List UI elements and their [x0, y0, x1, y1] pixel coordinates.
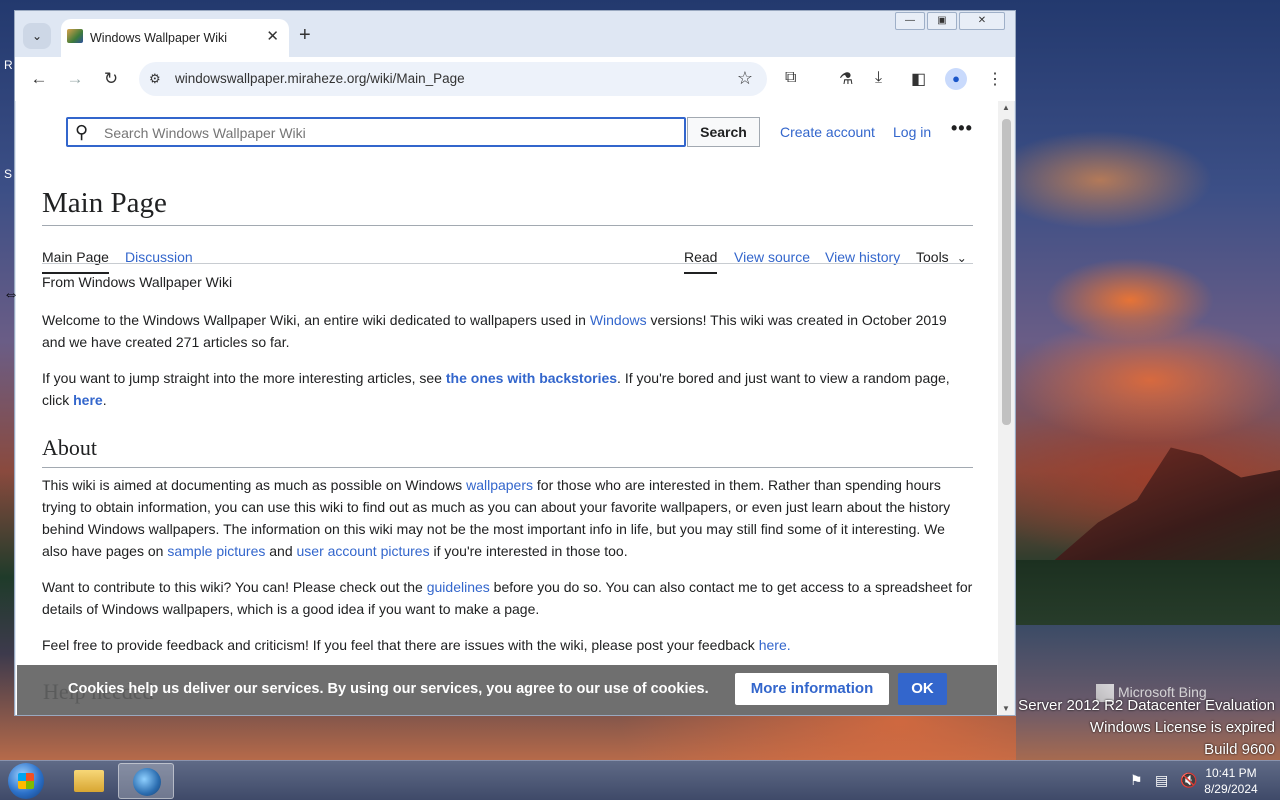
browser-toolbar: ← → ↻ ⚙ windowswallpaper.miraheze.org/wi…	[15, 57, 1015, 101]
reload-icon[interactable]: ↻	[99, 67, 123, 91]
network-icon[interactable]: ▤	[1155, 772, 1168, 789]
site-subtitle: From Windows Wallpaper Wiki	[42, 274, 233, 290]
taskbar: ⚑ ▤ 🔇 10:41 PM 8/29/2024	[0, 760, 1280, 800]
wallpaper-forest	[1016, 560, 1280, 630]
cookie-message: Cookies help us deliver our services. By…	[68, 681, 709, 697]
desktop-icon-label-fragment: R	[4, 58, 13, 72]
volume-muted-icon[interactable]: 🔇	[1180, 772, 1197, 789]
windows-link[interactable]: Windows	[590, 312, 647, 328]
browser-taskbar-button[interactable]	[118, 763, 174, 799]
page-scrollbar[interactable]: ▲ ▼	[998, 101, 1014, 715]
file-explorer-icon	[74, 770, 104, 792]
cookie-ok-button[interactable]: OK	[898, 673, 947, 705]
page-title: Main Page	[42, 187, 167, 219]
start-icon[interactable]	[8, 763, 44, 799]
back-icon[interactable]: ←	[27, 67, 51, 91]
download-icon[interactable]: ⤓	[875, 69, 882, 87]
side-panel-icon[interactable]: ◧	[911, 69, 926, 89]
welcome-paragraph: Welcome to the Windows Wallpaper Wiki, a…	[42, 312, 947, 350]
about-paragraph: This wiki is aimed at documenting as muc…	[42, 477, 951, 559]
forward-icon[interactable]: →	[63, 67, 87, 91]
title-divider	[42, 225, 973, 226]
minimize-button[interactable]: —	[895, 12, 925, 30]
wiki-search-box[interactable]: ⚲	[66, 117, 686, 147]
window-controls: — ▣ ✕	[895, 12, 1005, 30]
user-account-pictures-link[interactable]: user account pictures	[297, 543, 430, 559]
address-bar[interactable]: ⚙ windowswallpaper.miraheze.org/wiki/Mai…	[139, 62, 767, 96]
scroll-down-icon[interactable]: ▼	[1002, 704, 1010, 713]
flag-icon[interactable]: ⚑	[1130, 772, 1143, 789]
window-close-button[interactable]: ✕	[959, 12, 1005, 30]
url-text[interactable]: windowswallpaper.miraheze.org/wiki/Main_…	[175, 71, 465, 86]
page-tabs: Main Page Discussion Read View source Vi…	[42, 237, 973, 274]
random-page-link[interactable]: here	[73, 392, 103, 408]
labs-icon[interactable]: ⚗	[839, 69, 853, 89]
page-viewport: ⚲ Search Create account Log in ••• Main …	[16, 101, 998, 715]
scroll-up-icon[interactable]: ▲	[1002, 103, 1010, 112]
log-in-link[interactable]: Log in	[893, 124, 931, 140]
guidelines-link[interactable]: guidelines	[427, 579, 490, 595]
wallpapers-link[interactable]: wallpapers	[466, 477, 533, 493]
license-status-text: Windows License is expired	[1089, 719, 1275, 736]
resize-cursor-icon: ⇔	[3, 286, 19, 303]
more-options-icon[interactable]: •••	[951, 118, 973, 139]
new-tab-button[interactable]: +	[299, 25, 311, 45]
more-information-button[interactable]: More information	[735, 673, 889, 705]
star-icon[interactable]: ☆	[737, 68, 753, 89]
tab-title: Windows Wallpaper Wiki	[90, 31, 228, 45]
system-clock[interactable]: 10:41 PM 8/29/2024	[1196, 765, 1266, 797]
tab-list-icon[interactable]: ⌄	[23, 23, 51, 49]
browser-window: ⌄ Windows Wallpaper Wiki ✕ + — ▣ ✕ ← → ↻…	[14, 10, 1016, 716]
search-input[interactable]	[102, 122, 676, 144]
menu-icon[interactable]: ⋮	[987, 69, 1003, 89]
sample-pictures-link[interactable]: sample pictures	[167, 543, 265, 559]
maximize-button[interactable]: ▣	[927, 12, 957, 30]
file-explorer-button[interactable]	[58, 763, 114, 799]
search-icon: ⚲	[75, 122, 89, 142]
profile-icon[interactable]: ●	[945, 68, 967, 90]
favicon-icon	[67, 29, 83, 43]
cookie-banner: Help needed Cookies help us deliver our …	[17, 665, 997, 715]
clock-time: 10:41 PM	[1205, 766, 1257, 780]
build-number-text: Build 9600	[1204, 741, 1275, 758]
extensions-icon[interactable]: ⧉	[785, 69, 796, 87]
title-bar: ⌄ Windows Wallpaper Wiki ✕ + — ▣ ✕	[15, 11, 1015, 57]
clock-date: 8/29/2024	[1204, 782, 1258, 796]
search-button[interactable]: Search	[687, 117, 760, 147]
about-divider	[42, 467, 973, 468]
os-edition-text: s Server 2012 R2 Datacenter Evaluation	[1006, 697, 1275, 714]
feedback-paragraph: Feel free to provide feedback and critic…	[42, 637, 791, 653]
site-info-icon[interactable]: ⚙	[149, 71, 161, 87]
intro-paragraph: If you want to jump straight into the mo…	[42, 370, 950, 408]
contribute-paragraph: Want to contribute to this wiki? You can…	[42, 579, 973, 617]
browser-icon	[133, 768, 161, 796]
feedback-link[interactable]: here.	[759, 637, 791, 653]
tabs-divider	[42, 263, 973, 264]
browser-tab[interactable]: Windows Wallpaper Wiki ✕	[61, 19, 289, 57]
scrollbar-thumb[interactable]	[1002, 119, 1011, 425]
backstories-link[interactable]: the ones with backstories	[446, 370, 617, 386]
desktop-icon-label-fragment: S	[4, 167, 13, 181]
about-heading: About	[42, 435, 97, 460]
create-account-link[interactable]: Create account	[780, 124, 875, 140]
close-icon[interactable]: ✕	[266, 27, 279, 45]
